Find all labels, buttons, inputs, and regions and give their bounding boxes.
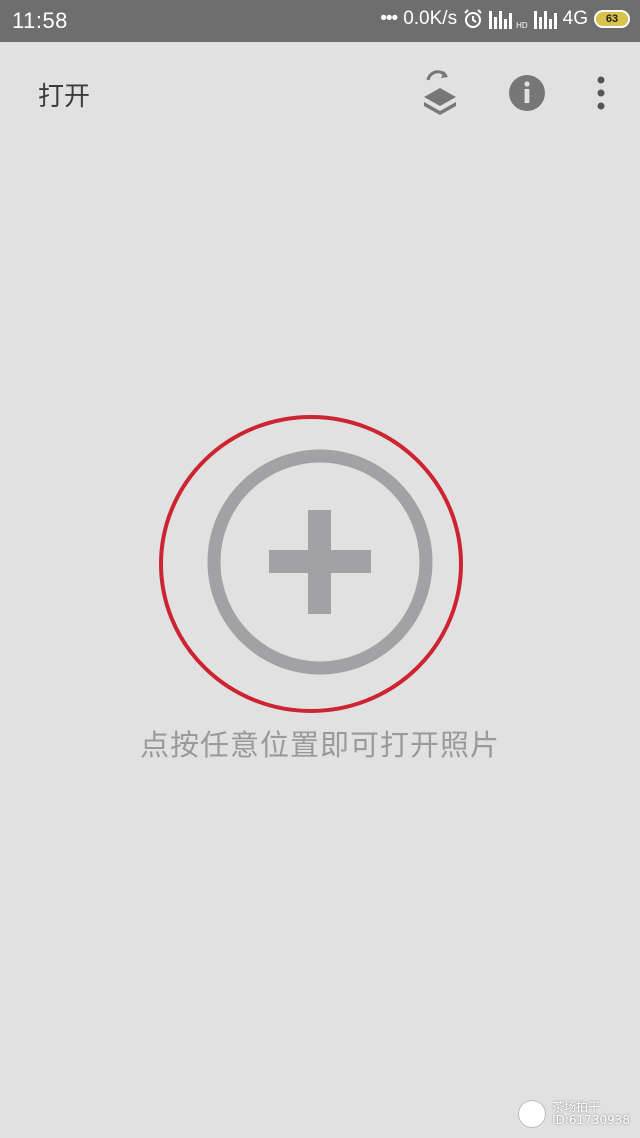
status-time: 11:58 [12, 8, 68, 33]
add-circle-icon[interactable] [207, 449, 433, 675]
network-type: 4G [562, 8, 588, 29]
info-icon[interactable] [508, 74, 546, 112]
watermark: 茶场拍干 ID:61730938 [518, 1100, 630, 1128]
watermark-line2: ID:61730938 [552, 1113, 630, 1127]
watermark-logo-icon [518, 1100, 547, 1128]
status-bar: 11:58 ••• 0.0K/s HD 4G 63 [0, 0, 640, 42]
more-vert-icon[interactable] [590, 74, 612, 112]
status-indicators: ••• 0.0K/s HD 4G 63 [380, 8, 630, 30]
battery-level: 63 [605, 13, 619, 25]
layers-refresh-icon[interactable] [420, 70, 460, 116]
page-title: 打开 [38, 82, 91, 112]
signal-icon-2 [533, 9, 557, 29]
screen: 11:58 ••• 0.0K/s HD 4G 63 打开 点按任意位置即可打开照… [0, 0, 640, 1138]
hd-label: HD [516, 21, 528, 30]
net-speed: 0.0K/s [403, 8, 458, 29]
toolbar: 打开 [0, 42, 640, 146]
signal-icon [489, 9, 513, 29]
open-photo-hint: 点按任意位置即可打开照片 [139, 728, 500, 762]
battery-icon: 63 [594, 10, 630, 28]
more-notifications-icon: ••• [380, 8, 398, 29]
alarm-icon [464, 9, 482, 28]
